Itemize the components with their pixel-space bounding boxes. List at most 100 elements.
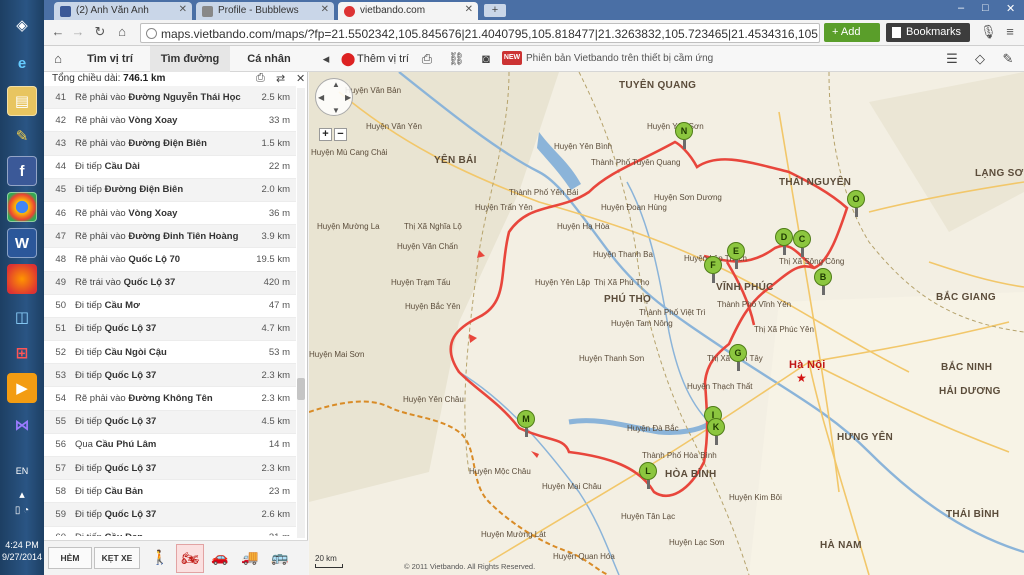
direction-step[interactable]: 60Đi tiếp Cầu Đen31 m	[44, 527, 296, 536]
route-marker-c[interactable]: C	[793, 230, 811, 257]
direction-step[interactable]: 53 Đi tiếp Quốc Lộ 37 2.3 km	[44, 364, 296, 388]
clock-date[interactable]: 9/27/2014	[0, 552, 44, 562]
close-tab-icon[interactable]: ✕	[179, 4, 187, 15]
paint-icon[interactable]: ✎	[7, 121, 37, 151]
direction-step[interactable]: 59 Đi tiếp Quốc Lộ 37 2.6 km	[44, 503, 296, 527]
network-icon[interactable]: ⊞	[7, 338, 37, 368]
direction-step[interactable]: 42 Rẽ phải vào Vòng Xoay 33 m	[44, 109, 296, 133]
layers-icon[interactable]: ☰	[944, 51, 960, 67]
media-player-icon[interactable]: ▶	[7, 373, 37, 403]
minimize-icon[interactable]: –	[958, 2, 964, 14]
bus-mode-icon[interactable]: 🚌	[266, 544, 294, 573]
tools-icon[interactable]: ✎	[1000, 51, 1016, 67]
tab-personal[interactable]: Cá nhân	[230, 46, 308, 72]
file-explorer-icon[interactable]: ▤	[7, 86, 37, 116]
walk-mode-icon[interactable]: 🚶	[146, 544, 174, 573]
direction-step[interactable]: 57 Đi tiếp Quốc Lộ 37 2.3 km	[44, 457, 296, 481]
print-icon[interactable]: ⎙	[419, 51, 435, 67]
ruler-icon[interactable]: ◇	[972, 51, 988, 67]
maximize-icon[interactable]: □	[982, 2, 989, 14]
pan-down-icon[interactable]: ▼	[332, 106, 340, 115]
pan-left-icon[interactable]: ◀	[318, 93, 324, 102]
direction-step[interactable]: 49 Rẽ trái vào Quốc Lộ 37 420 m	[44, 271, 296, 295]
route-marker-g[interactable]: G	[729, 344, 747, 371]
clock-time[interactable]: 4:24 PM	[0, 540, 44, 550]
home-icon[interactable]: ⌂	[114, 24, 130, 42]
route-marker-d[interactable]: D	[775, 228, 793, 255]
close-tab-icon[interactable]: ✕	[465, 4, 473, 15]
menu-icon[interactable]: ≡	[1002, 24, 1018, 42]
route-marker-f[interactable]: F	[704, 256, 722, 283]
bookmarks-button[interactable]: Bookmarks	[886, 23, 970, 42]
direction-step[interactable]: 48 Rẽ phải vào Quốc Lộ 70 19.5 km	[44, 248, 296, 272]
facebook-icon[interactable]: f	[7, 156, 37, 186]
direction-step[interactable]: 44 Đi tiếp Cầu Dài 22 m	[44, 156, 296, 179]
tab-find-route[interactable]: Tìm đường	[150, 46, 230, 72]
mobile-version-banner[interactable]: Phiên bản Vietbando trên thiết bị cầm ứn…	[526, 53, 713, 71]
back-arrow-icon[interactable]: ←	[50, 24, 66, 42]
route-marker-o[interactable]: O	[847, 190, 865, 217]
close-panel-icon[interactable]: ✕	[296, 72, 305, 85]
route-marker-b[interactable]: B	[814, 268, 832, 295]
camera-icon[interactable]: ◙	[478, 51, 494, 67]
route-marker-m[interactable]: M	[517, 410, 535, 437]
scrollbar-thumb[interactable]	[297, 378, 305, 400]
motorbike-mode-icon[interactable]: 🏍	[176, 544, 204, 573]
tray-arrow-icon[interactable]: ▴	[0, 488, 44, 501]
new-tab-button[interactable]: +	[484, 4, 506, 17]
direction-step[interactable]: 58 Đi tiếp Cầu Bản 23 m	[44, 480, 296, 504]
direction-step[interactable]: 41 Rẽ phải vào Đường Nguyễn Thái Học 2.5 k…	[44, 86, 296, 110]
word-icon[interactable]: W	[7, 228, 37, 258]
start-icon[interactable]: ◈	[7, 10, 37, 40]
chrome-icon[interactable]	[7, 192, 37, 222]
link-icon[interactable]: ⛓	[448, 51, 465, 67]
truck-mode-icon[interactable]: 🚚	[236, 544, 264, 573]
route-marker-l[interactable]: L	[639, 462, 657, 489]
close-window-icon[interactable]: ✕	[1006, 2, 1015, 15]
zoom-in-button[interactable]: +	[319, 128, 332, 141]
close-tab-icon[interactable]: ✕	[321, 4, 329, 15]
reverse-route-icon[interactable]: ⇄	[276, 72, 285, 85]
forward-arrow-icon[interactable]: →	[70, 24, 86, 42]
notes-icon[interactable]: ◫	[7, 302, 37, 332]
firefox-icon[interactable]	[7, 264, 37, 294]
scrollbar[interactable]	[297, 88, 305, 538]
zoom-out-button[interactable]: −	[334, 128, 347, 141]
avoid-alley-button[interactable]: HẺM	[48, 547, 92, 569]
pan-right-icon[interactable]: ▶	[345, 93, 351, 102]
internet-explorer-icon[interactable]: e	[7, 48, 37, 78]
route-marker-k[interactable]: K	[707, 418, 725, 445]
direction-step[interactable]: 46 Rẽ phải vào Vòng Xoay 36 m	[44, 202, 296, 226]
tray-icons[interactable]: ▯ ◔	[0, 505, 44, 516]
avoid-traffic-button[interactable]: KẸT XE	[94, 547, 140, 569]
print-directions-icon[interactable]: ⎙	[256, 72, 265, 85]
tab-find-location[interactable]: Tìm vị trí	[70, 46, 150, 72]
route-marker-e[interactable]: E	[727, 242, 745, 269]
direction-step[interactable]: 55 Đi tiếp Quốc Lộ 37 4.5 km	[44, 410, 296, 434]
direction-step[interactable]: 51 Đi tiếp Quốc Lộ 37 4.7 km	[44, 317, 296, 342]
microphone-icon[interactable]: 🎙	[980, 24, 997, 42]
tab-bubblews[interactable]: Profile - Bubblews ✕	[196, 2, 334, 20]
route-marker-n[interactable]: N	[675, 122, 693, 149]
direction-step[interactable]: 47 Rẽ phải vào Đường Đinh Tiên Hoàng 3.9 k…	[44, 225, 296, 249]
tab-vietbando[interactable]: vietbando.com ✕	[338, 2, 478, 20]
direction-step[interactable]: 52 Đi tiếp Cầu Ngòi Cậu 53 m	[44, 341, 296, 365]
direction-step[interactable]: 54 Rẽ phải vào Đường Không Tên 2.3 km	[44, 387, 296, 411]
pan-up-icon[interactable]: ▲	[332, 80, 340, 89]
language-indicator[interactable]: EN	[0, 466, 44, 476]
add-bookmark-button[interactable]: + Add	[824, 23, 880, 42]
add-location-button[interactable]: Thêm vị trí	[357, 53, 409, 71]
direction-step[interactable]: 56 Qua Cầu Phú Lâm 14 m	[44, 434, 296, 457]
reload-icon[interactable]: ↻	[92, 24, 108, 42]
url-input[interactable]: maps.vietbando.com/maps/?fp=21.5502342,1…	[140, 23, 820, 43]
direction-step[interactable]: 45 Đi tiếp Đường Điện Biên 2.0 km	[44, 178, 296, 202]
visual-studio-icon[interactable]: ⋈	[7, 410, 37, 440]
pan-control[interactable]: ▲ ▼ ◀ ▶	[315, 78, 353, 116]
direction-step[interactable]: 50 Đi tiếp Cầu Mơ 47 m	[44, 295, 296, 318]
home-icon[interactable]: ⌂	[50, 51, 66, 67]
tab-facebook[interactable]: (2) Anh Văn Anh ✕	[54, 2, 192, 20]
car-mode-icon[interactable]: 🚗	[206, 544, 234, 573]
map-canvas[interactable]: Huyện Văn BảnHuyện Yên SơnHuyện Văn YênH…	[309, 72, 1024, 575]
toggle-panel-icon[interactable]: ◂	[318, 51, 334, 67]
direction-step[interactable]: 43 Rẽ phải vào Đường Điện Biên 1.5 km	[44, 132, 296, 156]
